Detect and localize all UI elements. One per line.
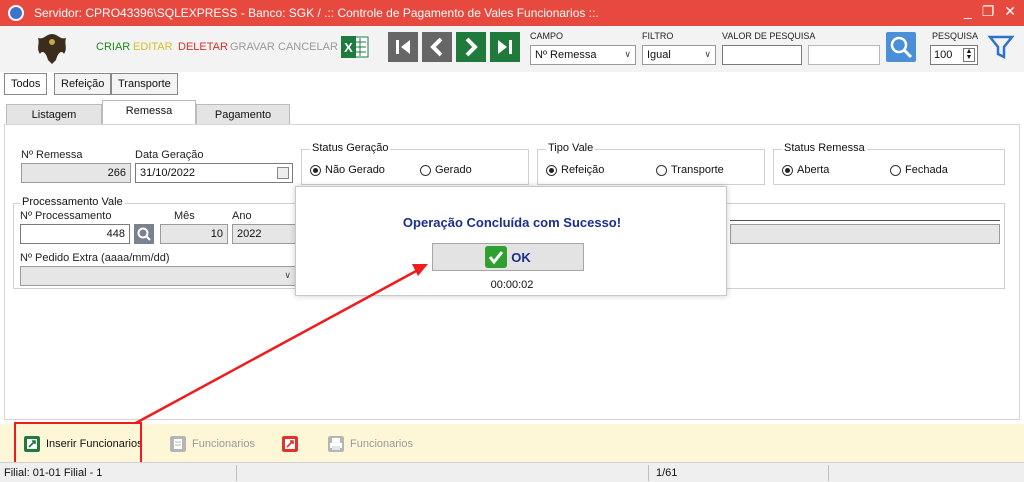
funcionarios-report-button[interactable]: Funcionarios bbox=[170, 432, 255, 456]
filial-status: Filial: 01-01 Filial - 1 bbox=[4, 467, 103, 479]
record-counter: 1/61 bbox=[656, 467, 678, 479]
funcionarios-report-label: Funcionarios bbox=[192, 438, 255, 450]
export-button[interactable] bbox=[282, 432, 298, 456]
annotation-arrow bbox=[133, 264, 428, 426]
status-separator bbox=[648, 465, 649, 481]
status-separator bbox=[828, 465, 829, 481]
export-icon bbox=[282, 436, 298, 452]
bottom-action-bar: Inserir Funcionarios Funcionarios Funcio… bbox=[0, 424, 1024, 462]
status-bar: Filial: 01-01 Filial - 1 1/61 bbox=[0, 462, 1024, 482]
funcionarios-print-label: Funcionarios bbox=[350, 438, 413, 450]
status-separator bbox=[236, 465, 237, 481]
funcionarios-print-button[interactable]: Funcionarios bbox=[328, 432, 413, 456]
printer-icon bbox=[328, 436, 344, 452]
document-icon bbox=[170, 436, 186, 452]
annotation-highlight-box bbox=[14, 422, 142, 464]
